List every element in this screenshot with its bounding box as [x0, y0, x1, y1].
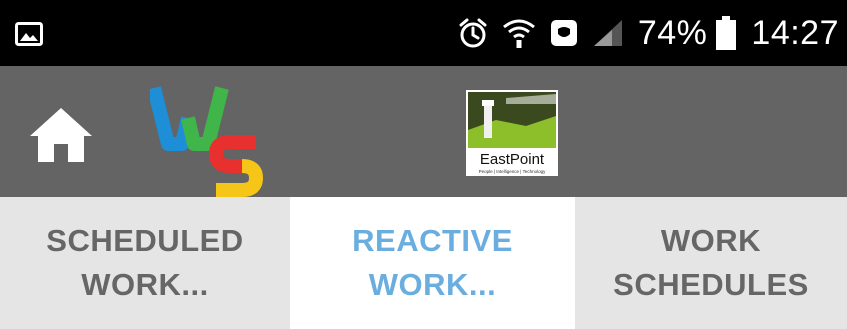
tab-label-line1: WORK [660, 223, 762, 258]
home-icon[interactable] [28, 106, 94, 164]
status-bar: 74% 14:27 [0, 0, 847, 66]
svg-text:People | Intelligence | Techno: People | Intelligence | Technology [479, 169, 547, 174]
signal-icon [593, 20, 622, 46]
svg-text:EastPoint: EastPoint [480, 151, 545, 168]
tab-label-line1: SCHEDULED [46, 223, 244, 258]
tab-label-line2: WORK... [81, 267, 209, 302]
image-icon [15, 22, 43, 46]
tab-work-schedules[interactable]: WORK SCHEDULES [575, 197, 847, 329]
alarm-icon [459, 18, 487, 48]
wifi-icon [502, 19, 535, 48]
ws-app-logo [150, 86, 264, 197]
tab-label-line2: SCHEDULES [613, 267, 809, 302]
tab-reactive-work[interactable]: REACTIVE WORK... [290, 197, 575, 329]
app-bar: EastPoint People | Intelligence | Techno… [0, 66, 847, 197]
tab-label-line2: WORK... [368, 267, 497, 302]
battery-percent: 74% [637, 13, 708, 52]
battery-icon [716, 16, 737, 50]
tab-bar: SCHEDULED WORK... REACTIVE WORK... WORK … [0, 197, 847, 329]
tab-label-line1: REACTIVE [352, 223, 513, 258]
eastpoint-logo: EastPoint People | Intelligence | Techno… [466, 90, 558, 176]
shield-notification-icon [550, 20, 577, 46]
clock-time: 14:27 [751, 13, 839, 52]
tab-scheduled-work[interactable]: SCHEDULED WORK... [0, 197, 290, 329]
